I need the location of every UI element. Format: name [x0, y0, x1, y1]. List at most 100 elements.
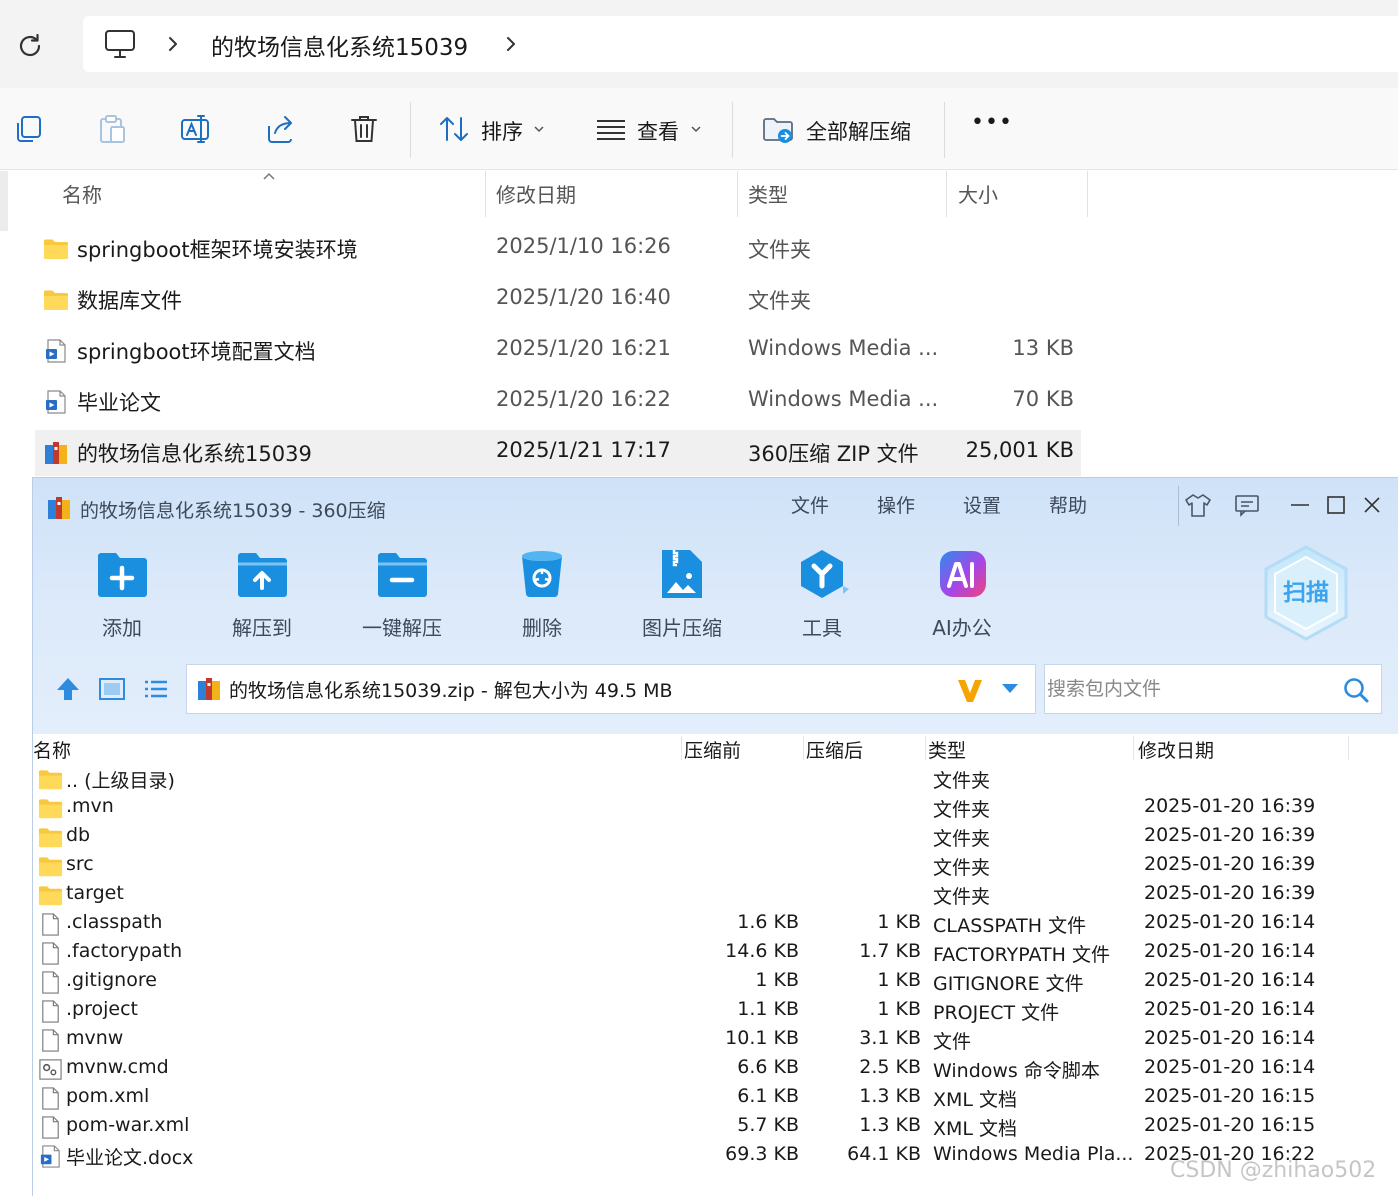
- extract-to-button[interactable]: 解压到: [204, 546, 314, 646]
- entry-name[interactable]: mvnw.cmd: [66, 1056, 169, 1078]
- column-divider[interactable]: [1348, 736, 1349, 760]
- chevron-down-icon[interactable]: [999, 679, 1021, 697]
- zip-entry-row[interactable]: src 文件夹 2025-01-20 16:39: [33, 852, 1398, 881]
- column-divider[interactable]: [946, 171, 947, 217]
- file-name[interactable]: springboot环境配置文档: [77, 336, 316, 366]
- column-divider[interactable]: [1133, 736, 1134, 760]
- share-icon[interactable]: [263, 112, 297, 146]
- extract-all-icon[interactable]: [761, 112, 795, 146]
- sort-button[interactable]: 排序: [481, 116, 523, 146]
- copy-icon[interactable]: [12, 112, 46, 146]
- ai-office-button[interactable]: AI办公: [904, 546, 1014, 646]
- column-divider[interactable]: [737, 171, 738, 217]
- scan-button[interactable]: 扫描: [1261, 543, 1351, 643]
- column-divider[interactable]: [925, 736, 926, 760]
- column-name-header[interactable]: 名称: [62, 179, 102, 208]
- this-pc-icon[interactable]: [103, 28, 137, 60]
- minimize-icon[interactable]: [1285, 490, 1315, 520]
- delete-icon[interactable]: [347, 112, 381, 146]
- zip-entry-row[interactable]: .classpath 1.6 KB 1 KB CLASSPATH 文件 2025-01-…: [33, 910, 1398, 939]
- entry-name[interactable]: pom-war.xml: [66, 1114, 189, 1136]
- chevron-down-icon[interactable]: [533, 124, 545, 134]
- v-badge-icon[interactable]: [955, 675, 985, 705]
- address-box[interactable]: 的牧场信息化系统15039: [83, 16, 1398, 72]
- entry-name[interactable]: .gitignore: [66, 969, 157, 991]
- file-name[interactable]: springboot框架环境安装环境: [77, 234, 358, 264]
- entry-name[interactable]: mvnw: [66, 1027, 123, 1049]
- entry-name[interactable]: 毕业论文.docx: [66, 1143, 193, 1170]
- archive-search-box[interactable]: [1044, 664, 1382, 714]
- extract-all-button[interactable]: 全部解压缩: [806, 116, 911, 146]
- list-view-icon[interactable]: [141, 674, 171, 704]
- delete-button[interactable]: 删除: [484, 546, 594, 646]
- file-row[interactable]: springboot框架环境安装环境 2025/1/10 16:26 文件夹: [35, 226, 1081, 272]
- breadcrumb-current-folder[interactable]: 的牧场信息化系统15039: [211, 28, 468, 62]
- up-level-icon[interactable]: [53, 674, 83, 704]
- file-row[interactable]: 数据库文件 2025/1/20 16:40 文件夹: [35, 277, 1081, 323]
- entry-name[interactable]: .mvn: [66, 795, 114, 817]
- zip-entry-row[interactable]: target 文件夹 2025-01-20 16:39: [33, 881, 1398, 910]
- entry-name[interactable]: .project: [66, 998, 138, 1020]
- archive-path-bar[interactable]: 的牧场信息化系统15039.zip - 解包大小为 49.5 MB: [186, 664, 1036, 714]
- column-size-header[interactable]: 大小: [958, 179, 998, 208]
- file-row[interactable]: 毕业论文 2025/1/20 16:22 Windows Media ... 70 K…: [35, 379, 1081, 425]
- one-click-extract-button[interactable]: 一键解压: [344, 546, 454, 646]
- zip-entry-row[interactable]: .project 1.1 KB 1 KB PROJECT 文件 2025-01-20 1…: [33, 997, 1398, 1026]
- entry-name[interactable]: target: [66, 882, 124, 904]
- entry-name[interactable]: pom.xml: [66, 1085, 149, 1107]
- zip-column-date[interactable]: 修改日期: [1138, 736, 1214, 763]
- more-options-button[interactable]: •••: [971, 110, 1013, 135]
- file-row[interactable]: 的牧场信息化系统15039 2025/1/21 17:17 360压缩 ZIP 文件…: [35, 430, 1081, 476]
- entry-name[interactable]: .. (上级目录): [66, 766, 175, 793]
- feedback-icon[interactable]: [1232, 490, 1262, 520]
- zip-entry-row[interactable]: pom-war.xml 5.7 KB 1.3 KB XML 文档 2025-01-20 …: [33, 1113, 1398, 1142]
- column-divider[interactable]: [1087, 171, 1088, 217]
- zip-column-name[interactable]: 名称: [33, 736, 71, 763]
- refresh-icon[interactable]: [14, 30, 46, 62]
- column-divider[interactable]: [803, 736, 804, 760]
- zip-entry-row[interactable]: .. (上级目录) 文件夹: [33, 765, 1398, 794]
- view-button[interactable]: 查看: [637, 116, 679, 146]
- close-icon[interactable]: [1357, 490, 1387, 520]
- breadcrumb-chevron-icon[interactable]: [501, 31, 521, 57]
- menu-settings[interactable]: 设置: [963, 491, 1001, 518]
- column-divider[interactable]: [485, 171, 486, 217]
- column-divider[interactable]: [681, 736, 682, 760]
- zip-entry-row[interactable]: mvnw 10.1 KB 3.1 KB 文件 2025-01-20 16:14: [33, 1026, 1398, 1055]
- column-date-header[interactable]: 修改日期: [496, 179, 576, 208]
- menu-file[interactable]: 文件: [791, 491, 829, 518]
- paste-icon[interactable]: [95, 112, 129, 146]
- zip-entry-row[interactable]: .mvn 文件夹 2025-01-20 16:39: [33, 794, 1398, 823]
- entry-name[interactable]: src: [66, 853, 94, 875]
- add-button[interactable]: 添加: [64, 546, 174, 646]
- zip-entry-row[interactable]: mvnw.cmd 6.6 KB 2.5 KB Windows 命令脚本 2025-01-…: [33, 1055, 1398, 1084]
- breadcrumb-chevron-icon[interactable]: [163, 31, 183, 57]
- chevron-down-icon[interactable]: [690, 124, 702, 134]
- entry-name[interactable]: db: [66, 824, 90, 846]
- menu-help[interactable]: 帮助: [1049, 491, 1087, 518]
- view-icon[interactable]: [594, 112, 628, 146]
- menu-operation[interactable]: 操作: [877, 491, 915, 518]
- maximize-icon[interactable]: [1321, 490, 1351, 520]
- file-name[interactable]: 毕业论文: [77, 387, 161, 417]
- zip-column-after[interactable]: 压缩后: [806, 736, 863, 763]
- sort-icon[interactable]: [437, 112, 471, 146]
- file-row[interactable]: springboot环境配置文档 2025/1/20 16:21 Windows M…: [35, 328, 1081, 374]
- file-name[interactable]: 数据库文件: [77, 285, 182, 315]
- zip-entry-row[interactable]: .gitignore 1 KB 1 KB GITIGNORE 文件 2025-01-20…: [33, 968, 1398, 997]
- tools-button[interactable]: 工具: [764, 546, 874, 646]
- zip-entry-row[interactable]: .factorypath 14.6 KB 1.7 KB FACTORYPATH 文件 2…: [33, 939, 1398, 968]
- zip-column-before[interactable]: 压缩前: [684, 736, 741, 763]
- skin-shirt-icon[interactable]: [1183, 490, 1213, 520]
- entry-name[interactable]: .classpath: [66, 911, 162, 933]
- image-compress-button[interactable]: 图片压缩: [624, 546, 734, 646]
- thumbnail-view-icon[interactable]: [97, 674, 127, 704]
- column-type-header[interactable]: 类型: [748, 179, 788, 208]
- file-name[interactable]: 的牧场信息化系统15039: [77, 438, 312, 468]
- rename-icon[interactable]: [179, 112, 213, 146]
- zip-entry-row[interactable]: pom.xml 6.1 KB 1.3 KB XML 文档 2025-01-20 16:1…: [33, 1084, 1398, 1113]
- entry-name[interactable]: .factorypath: [66, 940, 182, 962]
- archive-search-input[interactable]: [1045, 665, 1335, 713]
- zip-entry-row[interactable]: db 文件夹 2025-01-20 16:39: [33, 823, 1398, 852]
- zip-column-type[interactable]: 类型: [928, 736, 966, 763]
